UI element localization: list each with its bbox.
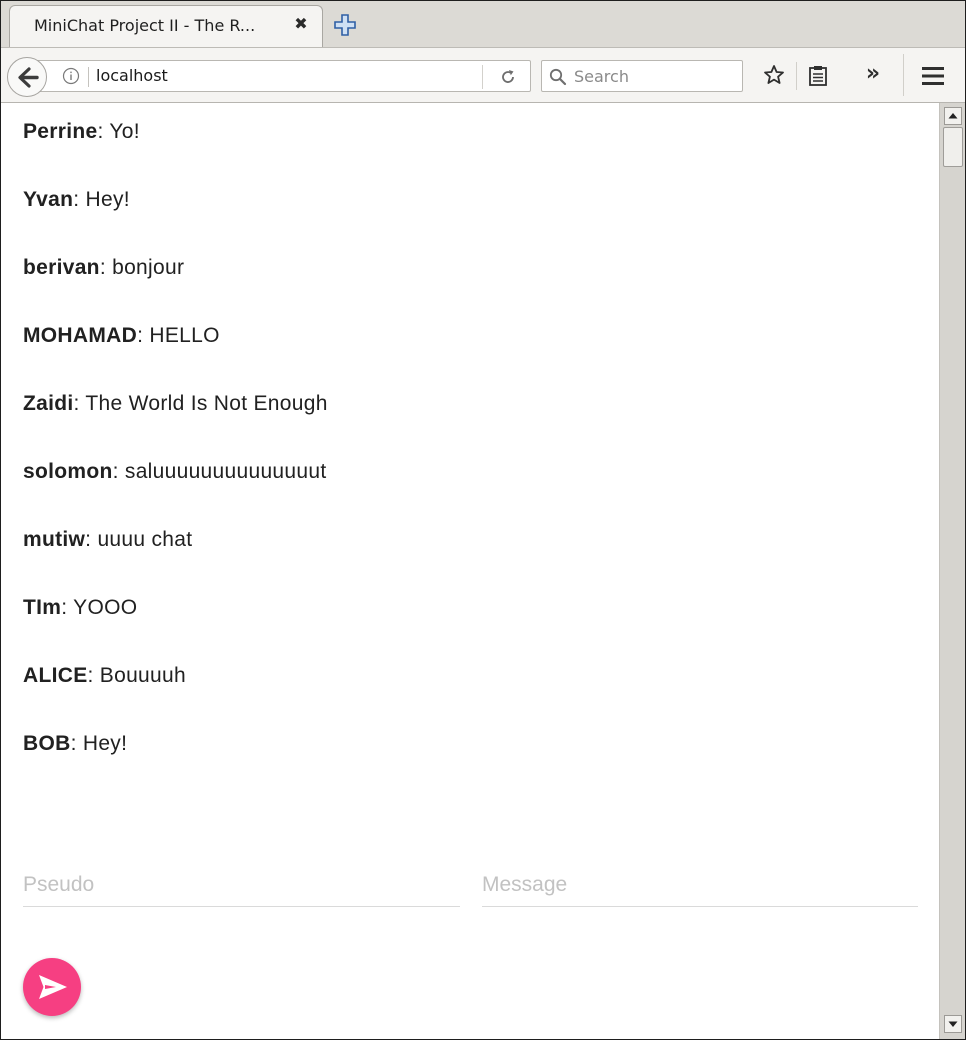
message-separator: : — [99, 256, 113, 279]
message-separator: : — [112, 460, 125, 483]
back-arrow-icon — [18, 67, 39, 88]
tab-title: MiniChat Project II - The R... — [34, 16, 256, 35]
chat-message: TIm: YOOO — [23, 596, 137, 620]
overflow-chevron-icon[interactable]: » — [861, 62, 885, 86]
message-text: bonjour — [112, 256, 185, 279]
tab-strip: MiniChat Project II - The R... ✖ — [1, 1, 965, 47]
chat-message: Yvan: Hey! — [23, 188, 130, 212]
pseudo-input[interactable] — [23, 863, 460, 907]
scroll-up-arrow-icon[interactable] — [944, 107, 962, 125]
back-button[interactable] — [7, 57, 47, 97]
message-separator: : — [85, 528, 98, 551]
message-separator: : — [97, 120, 110, 143]
chat-message: Perrine: Yo! — [23, 120, 140, 144]
send-arrow-icon — [39, 975, 67, 999]
message-separator: : — [73, 392, 86, 415]
chat-message: berivan: bonjour — [23, 256, 184, 280]
reading-list-icon[interactable] — [807, 65, 829, 87]
tab-active[interactable]: MiniChat Project II - The R... ✖ — [9, 5, 323, 47]
message-author: berivan — [23, 256, 100, 279]
url-text[interactable]: localhost — [96, 66, 168, 85]
message-separator: : — [87, 664, 100, 687]
vertical-scrollbar[interactable] — [939, 103, 965, 1039]
message-author: solomon — [23, 460, 113, 483]
scroll-down-arrow-icon[interactable] — [944, 1015, 962, 1033]
message-author: ALICE — [23, 664, 88, 687]
reload-icon[interactable] — [498, 67, 518, 87]
chat-message: MOHAMAD: HELLO — [23, 324, 220, 348]
message-separator: : — [137, 324, 150, 347]
message-author: BOB — [23, 732, 71, 755]
browser-window: MiniChat Project II - The R... ✖ localho… — [0, 0, 966, 1040]
chat-message: BOB: Hey! — [23, 732, 127, 756]
message-text: Yo! — [109, 120, 140, 143]
url-separator — [88, 67, 89, 87]
info-icon[interactable] — [62, 67, 80, 85]
message-input[interactable] — [482, 863, 918, 907]
navigation-toolbar: localhost Search » — [1, 47, 965, 103]
hamburger-menu-icon[interactable] — [921, 65, 945, 87]
message-text: uuuu chat — [97, 528, 193, 551]
chat-message: Zaidi: The World Is Not Enough — [23, 392, 328, 416]
search-input[interactable] — [574, 65, 736, 87]
message-text: Hey! — [85, 188, 130, 211]
reload-separator — [482, 65, 483, 89]
message-text: The World Is Not Enough — [85, 392, 328, 415]
message-separator: : — [73, 188, 86, 211]
search-icon — [548, 67, 568, 87]
message-text: Hey! — [82, 732, 128, 755]
url-bar[interactable]: localhost — [29, 60, 531, 92]
search-bar[interactable] — [541, 60, 743, 92]
message-text: Bouuuuh — [99, 664, 186, 687]
message-author: Yvan — [23, 188, 74, 211]
message-text: HELLO — [149, 324, 220, 347]
message-author: mutiw — [23, 528, 86, 551]
message-author: Zaidi — [23, 392, 74, 415]
toolbar-separator — [903, 54, 904, 96]
message-author: MOHAMAD — [23, 324, 138, 347]
chat-page: Perrine: Yo! Yvan: Hey! berivan: bonjour… — [1, 103, 939, 1039]
new-tab-plus-icon[interactable] — [333, 13, 357, 37]
chat-message: ALICE: Bouuuuh — [23, 664, 186, 688]
message-text: YOOO — [73, 596, 138, 619]
close-tab-icon[interactable]: ✖ — [292, 15, 310, 33]
chat-message: mutiw: uuuu chat — [23, 528, 192, 552]
message-text: saluuuuuuuuuuuuuut — [124, 460, 327, 483]
message-separator: : — [70, 732, 83, 755]
message-separator: : — [61, 596, 74, 619]
message-author: TIm — [23, 596, 62, 619]
send-button[interactable] — [23, 958, 81, 1016]
chat-message: solomon: saluuuuuuuuuuuuuut — [23, 460, 326, 484]
toolbar-separator — [796, 62, 797, 90]
bookmark-star-icon[interactable] — [763, 64, 785, 86]
message-author: Perrine — [23, 120, 98, 143]
scrollbar-thumb[interactable] — [943, 127, 963, 167]
